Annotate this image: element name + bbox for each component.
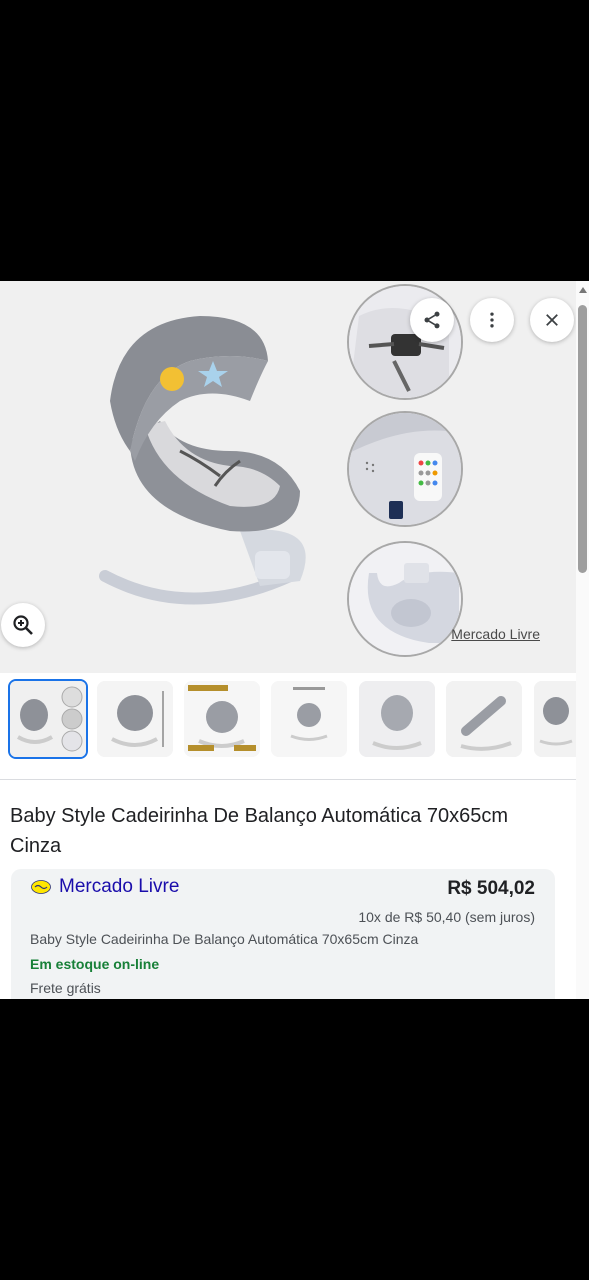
thumbnail-7[interactable] xyxy=(534,681,576,757)
scrollbar-thumb[interactable] xyxy=(578,305,587,573)
zoom-button[interactable] xyxy=(1,603,45,647)
thumbnail-5[interactable] xyxy=(359,681,435,757)
share-button[interactable] xyxy=(410,298,454,342)
product-title: Baby Style Cadeirinha De Balanço Automát… xyxy=(10,805,509,857)
more-vert-icon xyxy=(490,312,494,328)
merchant[interactable]: Mercado Livre xyxy=(31,876,179,898)
close-icon xyxy=(546,314,558,326)
image-viewer-panel: Mercado Livre Baby Style Cadeirinha De B… xyxy=(0,281,589,999)
detail-image-base xyxy=(347,541,463,657)
thumbnail-4[interactable] xyxy=(271,681,347,757)
offer-title: Baby Style Cadeirinha De Balanço Automát… xyxy=(30,931,419,947)
mercado-livre-logo-icon xyxy=(31,880,51,894)
merchant-name[interactable]: Mercado Livre xyxy=(59,876,179,898)
thumbnail-1[interactable] xyxy=(8,679,88,759)
thumbnail-strip xyxy=(0,673,576,777)
detail-image-buckle xyxy=(347,284,463,400)
thumbnail-6[interactable] xyxy=(446,681,522,757)
section-divider xyxy=(0,779,576,780)
zoom-in-icon xyxy=(13,615,33,635)
stock-status: Em estoque on-line xyxy=(30,956,160,972)
more-options-button[interactable] xyxy=(470,298,514,342)
offer-card[interactable]: Mercado Livre R$ 504,02 10x de R$ 50,40 … xyxy=(11,869,555,999)
offer-price: R$ 504,02 xyxy=(447,878,535,899)
close-button[interactable] xyxy=(530,298,574,342)
shipping-info: Frete grátis xyxy=(30,980,101,996)
thumbnail-2[interactable] xyxy=(97,681,173,757)
source-link[interactable]: Mercado Livre xyxy=(451,626,540,642)
installments: 10x de R$ 50,40 (sem juros) xyxy=(358,909,535,925)
scroll-up-arrow-icon[interactable] xyxy=(579,287,587,293)
thumbnail-3[interactable] xyxy=(184,681,260,757)
detail-image-remote xyxy=(347,411,463,527)
share-icon xyxy=(424,311,440,329)
scrollbar[interactable] xyxy=(576,281,589,999)
product-image-area[interactable]: Mercado Livre xyxy=(0,281,576,673)
